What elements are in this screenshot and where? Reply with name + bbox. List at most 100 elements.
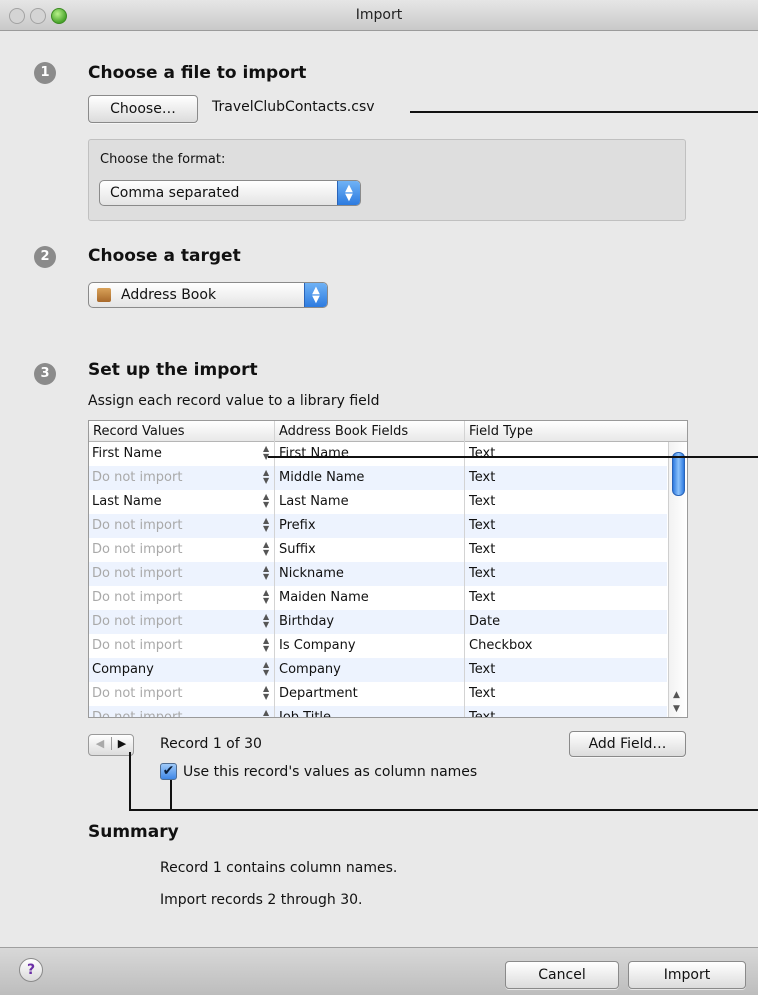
record-value-stepper-icon[interactable]: ▲▼ [263,517,269,533]
record-value-stepper-icon[interactable]: ▲▼ [263,445,269,461]
field-type-cell: Text [469,710,496,718]
record-value-stepper-icon[interactable]: ▲▼ [263,637,269,653]
table-row[interactable]: Do not import ▲ ▼ Birthday Date [89,610,667,634]
address-book-field-cell: Nickname [279,566,344,581]
address-book-field-cell: Maiden Name [279,590,369,605]
step-3-badge: 3 [34,363,56,385]
import-instruction: Assign each record value to a library fi… [88,393,380,409]
add-field-button[interactable]: Add Field… [569,731,686,757]
field-type-cell: Checkbox [469,638,533,653]
callout-line-bottom [129,809,758,811]
field-type-cell: Text [469,518,496,533]
table-row[interactable]: Do not import ▲ ▼ Department Text [89,682,667,706]
summary-heading: Summary [88,822,179,842]
choose-file-button[interactable]: Choose… [88,95,198,123]
column-names-checkbox[interactable]: ✔ [160,763,177,780]
record-value-cell[interactable]: Do not import [92,590,182,605]
record-value-cell[interactable]: Do not import [92,710,182,717]
scrollbar-thumb[interactable] [672,452,685,496]
field-type-cell: Text [469,566,496,581]
record-value-stepper-icon[interactable]: ▲▼ [263,661,269,677]
address-book-field-cell: Prefix [279,518,316,533]
record-value-stepper-icon[interactable]: ▲▼ [263,493,269,509]
record-value-cell[interactable]: Do not import [92,566,182,581]
table-row[interactable]: Do not import ▲ ▼ Prefix Text [89,514,667,538]
record-navigation: ◀ ▶ [88,734,134,756]
popup-stepper-icon: ▲ ▼ [337,181,360,205]
table-row[interactable]: Company ▲ ▼ Company Text [89,658,667,682]
record-value-stepper-icon[interactable]: ▲▼ [263,589,269,605]
field-type-cell: Text [469,494,496,509]
step-1-heading: Choose a file to import [88,63,307,83]
record-value-cell[interactable]: Do not import [92,542,182,557]
record-value-cell[interactable]: First Name [92,446,162,461]
column-header-field-type[interactable]: Field Type [469,424,533,439]
column-header-address-book-fields[interactable]: Address Book Fields [279,424,408,439]
record-value-stepper-icon[interactable]: ▲▼ [263,613,269,629]
address-book-field-cell: Birthday [279,614,335,629]
import-button[interactable]: Import [628,961,746,989]
help-button[interactable]: ? [19,958,43,982]
table-row[interactable]: Last Name ▲ ▼ Last Name Text [89,490,667,514]
field-type-cell: Text [469,686,496,701]
window-title: Import [355,7,403,23]
callout-line-nav-vertical [129,752,131,811]
field-type-cell: Date [469,614,501,629]
table-row[interactable]: Do not import ▲ ▼ Nickname Text [89,562,667,586]
format-popup[interactable]: Comma separated ▲ ▼ [99,180,361,206]
record-value-cell[interactable]: Company [92,662,154,677]
address-book-field-cell: Last Name [279,494,349,509]
address-book-field-cell: Department [279,686,358,701]
address-book-field-cell: First Name [279,446,349,461]
table-row[interactable]: Do not import ▲ ▼ Is Company Checkbox [89,634,667,658]
address-book-field-cell: Company [279,662,341,677]
table-row[interactable]: Do not import ▲▼ Job Title Text [89,706,667,718]
table-scrollbar[interactable]: ▲ ▼ [668,442,687,717]
column-header-record-values[interactable]: Record Values [93,424,185,439]
address-book-field-cell: Middle Name [279,470,365,485]
record-value-stepper-icon[interactable]: ▲▼ [263,565,269,581]
address-book-field-cell: Job Title [279,710,332,718]
callout-line-file [410,111,758,113]
summary-line-2: Import records 2 through 30. [160,892,363,908]
summary-line-1: Record 1 contains column names. [160,860,398,876]
table-row[interactable]: Do not import ▲ ▼ Middle Name Text [89,466,667,490]
record-value-stepper-icon[interactable]: ▲▼ [263,541,269,557]
record-value-stepper-icon[interactable]: ▲▼ [263,469,269,485]
cancel-button[interactable]: Cancel [505,961,619,989]
scroll-down-arrow-icon[interactable]: ▼ [673,704,680,714]
next-record-arrow-icon[interactable]: ▶ [111,737,133,750]
record-value-stepper-icon[interactable]: ▲▼ [263,709,269,718]
field-type-cell: Text [469,662,496,677]
step-2-badge: 2 [34,246,56,268]
step-2-heading: Choose a target [88,246,241,266]
selected-filename: TravelClubContacts.csv [212,99,375,115]
scroll-up-arrow-icon[interactable]: ▲ [673,690,680,700]
record-value-stepper-icon[interactable]: ▲▼ [263,685,269,701]
table-header: Record Values Address Book Fields Field … [89,421,687,442]
table-row[interactable]: First Name ▲ ▼ First Name Text [89,442,667,466]
table-row[interactable]: Do not import ▲ ▼ Suffix Text [89,538,667,562]
field-type-cell: Text [469,470,496,485]
previous-record-arrow-icon[interactable]: ◀ [89,737,112,750]
record-value-cell[interactable]: Do not import [92,518,182,533]
target-popup-value: Address Book [121,287,217,303]
address-book-field-cell: Is Company [279,638,356,653]
column-names-checkbox-label: Use this record's values as column names [183,764,478,780]
record-value-cell[interactable]: Last Name [92,494,162,509]
callout-line-mapping [268,456,758,458]
callout-line-checkbox-vertical [170,780,172,811]
field-type-cell: Text [469,542,496,557]
table-row[interactable]: Do not import ▲ ▼ Maiden Name Text [89,586,667,610]
record-value-cell[interactable]: Do not import [92,614,182,629]
format-label: Choose the format: [100,152,226,167]
record-value-cell[interactable]: Do not import [92,470,182,485]
field-mapping-table: Record Values Address Book Fields Field … [88,420,688,718]
record-value-cell[interactable]: Do not import [92,638,182,653]
record-value-cell[interactable]: Do not import [92,686,182,701]
address-book-field-cell: Suffix [279,542,316,557]
format-popup-value: Comma separated [110,185,240,201]
step-3-heading: Set up the import [88,360,258,380]
target-popup[interactable]: Address Book ▲ ▼ [88,282,328,308]
step-1-badge: 1 [34,62,56,84]
